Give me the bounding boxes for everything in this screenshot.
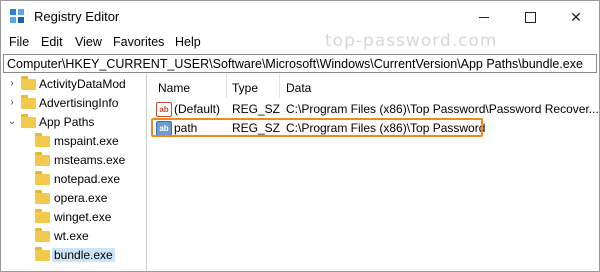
chevron-right-icon[interactable]: › — [7, 78, 17, 89]
maximize-icon — [524, 11, 536, 23]
tree-item-label: opera.exe — [54, 191, 108, 205]
value-type: REG_SZ — [232, 102, 281, 116]
tree-item-bundle[interactable]: bundle.exe — [1, 246, 146, 265]
minimize-button[interactable] — [461, 1, 507, 33]
folder-icon — [35, 190, 50, 204]
maximize-button[interactable] — [507, 1, 553, 33]
title-bar[interactable]: Registry Editor ✕ — [1, 1, 599, 33]
tree-item-winget[interactable]: winget.exe — [1, 208, 146, 227]
menu-file[interactable]: File — [8, 35, 30, 49]
column-header-data[interactable]: Data — [286, 81, 311, 95]
close-icon: ✕ — [570, 8, 582, 25]
string-value-icon: ab — [156, 102, 172, 117]
folder-icon — [35, 133, 50, 147]
folder-icon — [21, 95, 36, 109]
tree-item-label: winget.exe — [54, 210, 112, 224]
tree-item-label: App Paths — [39, 115, 95, 129]
folder-icon — [35, 209, 50, 223]
chevron-down-icon[interactable]: ⌄ — [7, 116, 17, 127]
tree-item-app-paths[interactable]: ⌄ App Paths — [1, 113, 146, 132]
tree-item-label: wt.exe — [54, 229, 89, 243]
folder-icon — [35, 171, 50, 185]
menu-view[interactable]: View — [74, 35, 103, 49]
registry-editor-window: Registry Editor ✕ File Edit View Favorit… — [0, 0, 600, 272]
column-header-type[interactable]: Type — [232, 81, 258, 95]
menu-help[interactable]: Help — [174, 35, 202, 49]
value-data: C:\Program Files (x86)\Top Password\Pass… — [286, 102, 599, 116]
values-list: Name Type Data ab (Default) REG_SZ C:\Pr… — [151, 74, 599, 271]
chevron-right-icon[interactable]: › — [7, 97, 17, 108]
column-divider[interactable] — [279, 74, 280, 98]
tree-item-label: AdvertisingInfo — [39, 96, 119, 110]
menu-edit[interactable]: Edit — [40, 35, 64, 49]
tree-item-label: notepad.exe — [54, 172, 121, 186]
column-divider[interactable] — [226, 74, 227, 98]
close-button[interactable]: ✕ — [553, 1, 599, 33]
tree-item-opera[interactable]: opera.exe — [1, 189, 146, 208]
tree-item-advertisinginfo[interactable]: › AdvertisingInfo — [1, 94, 146, 113]
folder-icon — [35, 247, 50, 261]
column-header-name[interactable]: Name — [158, 81, 190, 95]
folder-icon — [35, 152, 50, 166]
watermark: top-password.com — [325, 31, 498, 51]
registry-editor-icon — [10, 9, 25, 24]
tree-item-notepad[interactable]: notepad.exe — [1, 170, 146, 189]
tree-item-mspaint[interactable]: mspaint.exe — [1, 132, 146, 151]
tree-item-wt[interactable]: wt.exe — [1, 227, 146, 246]
menu-favorites[interactable]: Favorites — [112, 35, 165, 49]
folder-icon — [21, 114, 36, 128]
minimize-icon — [479, 16, 489, 18]
key-tree: › ActivityDataMod › AdvertisingInfo ⌄ Ap… — [1, 74, 147, 271]
tree-item-label: mspaint.exe — [54, 134, 119, 148]
address-bar[interactable]: Computer\HKEY_CURRENT_USER\Software\Micr… — [3, 54, 597, 73]
folder-icon — [35, 228, 50, 242]
tree-item-label: msteams.exe — [54, 153, 126, 167]
folder-icon — [21, 76, 36, 90]
tree-item-activitydatamod[interactable]: › ActivityDataMod — [1, 75, 146, 94]
tree-item-label: ActivityDataMod — [39, 77, 126, 91]
window-title: Registry Editor — [34, 9, 120, 24]
highlight-box — [151, 118, 483, 137]
value-name: (Default) — [174, 102, 221, 116]
tree-item-label: bundle.exe — [52, 248, 115, 262]
menu-bar: File Edit View Favorites Help top-passwo… — [1, 31, 599, 53]
value-row-default[interactable]: ab (Default) REG_SZ C:\Program Files (x8… — [151, 99, 599, 119]
tree-item-msteams[interactable]: msteams.exe — [1, 151, 146, 170]
